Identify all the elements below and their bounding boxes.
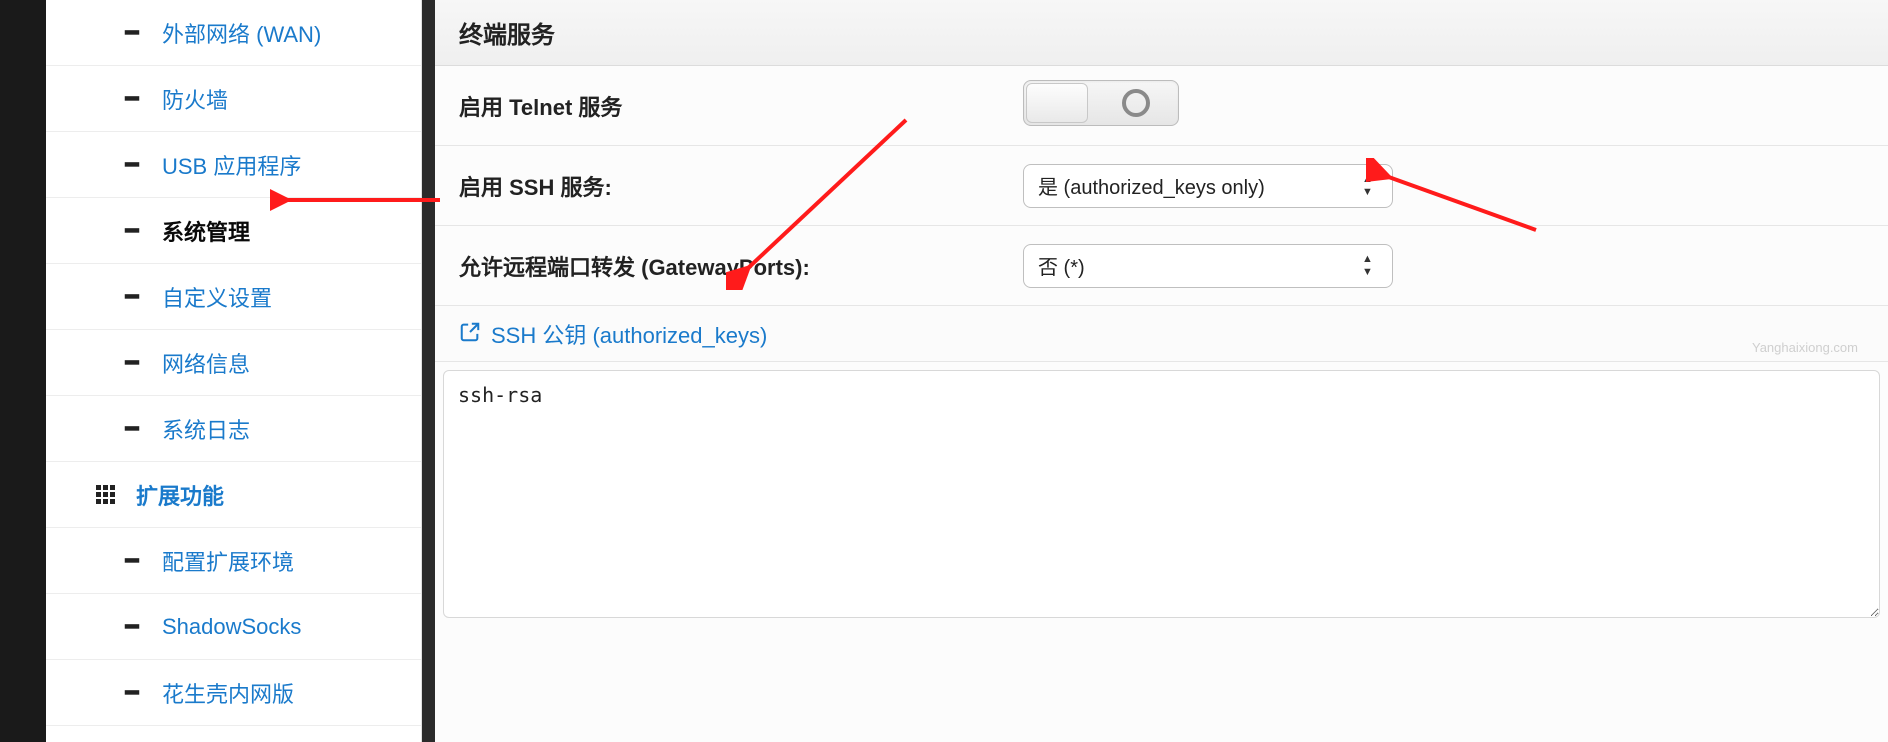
minus-icon: ━ xyxy=(118,416,146,442)
grid-icon xyxy=(92,485,120,505)
sidebar-item-system-admin[interactable]: ━ 系统管理 xyxy=(46,198,421,264)
sidebar-item-label: 系统日志 xyxy=(162,413,250,445)
sidebar-item-label: USB 应用程序 xyxy=(162,149,301,181)
sidebar-item-firewall[interactable]: ━ 防火墙 xyxy=(46,66,421,132)
ssh-keys-section-header: SSH 公钥 (authorized_keys) Yanghaixiong.co… xyxy=(435,306,1888,362)
panel-title: 终端服务 xyxy=(435,0,1888,66)
sidebar-item-label: 网络信息 xyxy=(162,347,250,379)
minus-icon: ━ xyxy=(118,350,146,376)
sidebar-item-label: 配置扩展环境 xyxy=(162,545,294,577)
gatewayports-select[interactable]: 否 (*) ▲▼ xyxy=(1023,244,1393,288)
minus-icon: ━ xyxy=(118,152,146,178)
sidebar-item-shadowsocks[interactable]: ━ ShadowSocks xyxy=(46,594,421,660)
minus-icon: ━ xyxy=(118,614,146,640)
toggle-knob xyxy=(1026,83,1088,123)
ssh-keys-textarea[interactable] xyxy=(443,370,1880,618)
sidebar-item-label: 花生壳内网版 xyxy=(162,677,294,709)
sidebar-item-config-ext-env[interactable]: ━ 配置扩展环境 xyxy=(46,528,421,594)
chevron-updown-icon: ▲▼ xyxy=(1362,245,1382,287)
sidebar-item-custom-settings[interactable]: ━ 自定义设置 xyxy=(46,264,421,330)
sidebar: ━ 外部网络 (WAN) ━ 防火墙 ━ USB 应用程序 ━ 系统管理 ━ 自… xyxy=(46,0,422,742)
chevron-updown-icon: ▲▼ xyxy=(1362,165,1382,207)
row-gatewayports: 允许远程端口转发 (GatewayPorts): 否 (*) ▲▼ xyxy=(435,226,1888,306)
ssh-keys-link[interactable]: SSH 公钥 (authorized_keys) xyxy=(491,318,767,350)
row-ssh: 启用 SSH 服务: 是 (authorized_keys only) ▲▼ xyxy=(435,146,1888,226)
sidebar-item-label: ShadowSocks xyxy=(162,614,301,640)
minus-icon: ━ xyxy=(118,218,146,244)
sidebar-item-label: 自定义设置 xyxy=(162,281,272,313)
sidebar-item-usb-apps[interactable]: ━ USB 应用程序 xyxy=(46,132,421,198)
main-panel: 终端服务 启用 Telnet 服务 启用 SSH 服务: 是 (authoriz… xyxy=(435,0,1888,742)
sidebar-item-system-log[interactable]: ━ 系统日志 xyxy=(46,396,421,462)
gatewayports-select-value: 否 (*) xyxy=(1038,251,1085,280)
sidebar-item-label: 系统管理 xyxy=(162,215,250,247)
ssh-keys-textarea-wrap xyxy=(435,362,1888,623)
sidebar-item-label: 外部网络 (WAN) xyxy=(162,17,321,49)
gatewayports-label: 允许远程端口转发 (GatewayPorts): xyxy=(459,250,1023,282)
ssh-label: 启用 SSH 服务: xyxy=(459,170,1023,202)
minus-icon: ━ xyxy=(118,680,146,706)
sidebar-item-network-info[interactable]: ━ 网络信息 xyxy=(46,330,421,396)
share-icon xyxy=(459,321,481,349)
minus-icon: ━ xyxy=(118,548,146,574)
sidebar-item-oray-phddns[interactable]: ━ 花生壳内网版 xyxy=(46,660,421,726)
sidebar-group-label: 扩展功能 xyxy=(136,479,224,511)
sidebar-group-extensions[interactable]: 扩展功能 xyxy=(46,462,421,528)
minus-icon: ━ xyxy=(118,20,146,46)
watermark: Yanghaixiong.com xyxy=(1752,340,1858,355)
telnet-label: 启用 Telnet 服务 xyxy=(459,90,1023,122)
row-telnet: 启用 Telnet 服务 xyxy=(435,66,1888,146)
ssh-select[interactable]: 是 (authorized_keys only) ▲▼ xyxy=(1023,164,1393,208)
telnet-toggle[interactable] xyxy=(1023,80,1179,126)
minus-icon: ━ xyxy=(118,86,146,112)
minus-icon: ━ xyxy=(118,284,146,310)
ssh-select-value: 是 (authorized_keys only) xyxy=(1038,171,1265,200)
sidebar-item-label: 防火墙 xyxy=(162,83,228,115)
toggle-off-indicator-icon xyxy=(1122,89,1150,117)
sidebar-item-wan[interactable]: ━ 外部网络 (WAN) xyxy=(46,0,421,66)
